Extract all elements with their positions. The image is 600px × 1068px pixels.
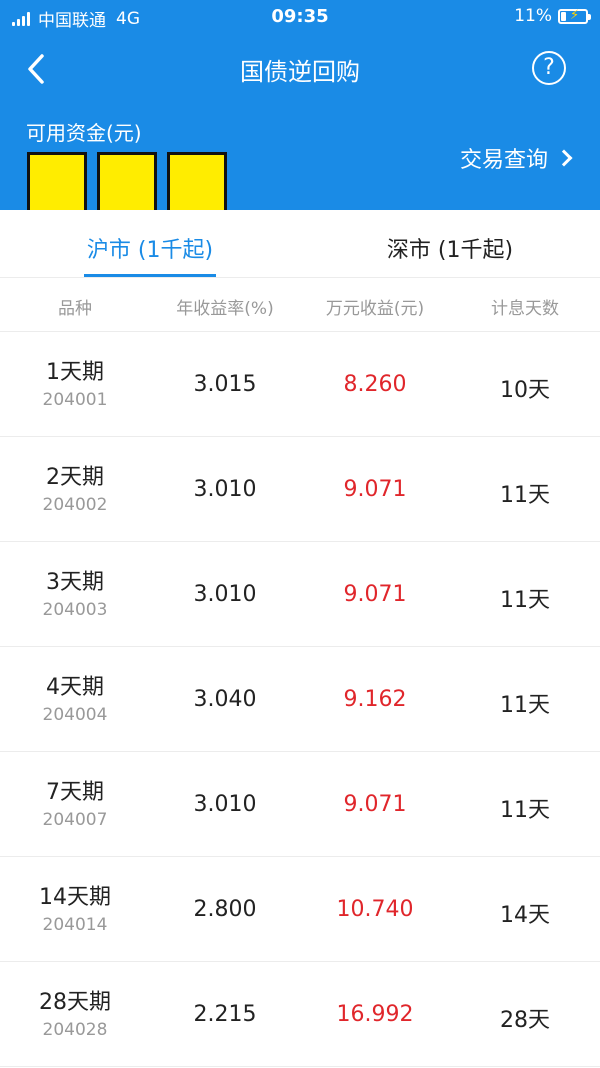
trade-query-link[interactable]: 交易查询 bbox=[459, 142, 573, 174]
annual-rate: 3.040 bbox=[193, 687, 257, 712]
table-row[interactable]: 28天期 204028 2.215 16.992 28天 bbox=[0, 962, 600, 1067]
yield-per-10k: 9.071 bbox=[343, 582, 407, 607]
product-code: 204007 bbox=[42, 810, 108, 830]
trade-query-label: 交易查询 bbox=[459, 148, 548, 173]
available-funds-label: 可用资金(元) bbox=[26, 121, 142, 145]
table-row[interactable]: 4天期 204004 3.040 9.162 11天 bbox=[0, 647, 600, 752]
redaction-block bbox=[97, 152, 157, 214]
yield-per-10k: 16.992 bbox=[336, 1002, 414, 1027]
annual-rate: 2.215 bbox=[193, 1002, 257, 1027]
yield-per-10k: 9.071 bbox=[343, 477, 407, 502]
product-name: 4天期 bbox=[46, 675, 104, 700]
product-code: 204003 bbox=[42, 600, 108, 620]
col-header-annual-rate: 年收益率(%) bbox=[176, 299, 274, 319]
interest-days: 11天 bbox=[500, 483, 550, 508]
col-header-product: 品种 bbox=[58, 299, 92, 319]
nav-bar: 国债逆回购 ? bbox=[0, 38, 600, 98]
yield-per-10k: 10.740 bbox=[336, 897, 414, 922]
header: 中国联通 4G 09:35 11% ⚡ 国债逆回购 ? 可用资金(元) 交易查询 bbox=[0, 0, 600, 214]
yield-per-10k: 8.260 bbox=[343, 372, 407, 397]
product-code: 204028 bbox=[42, 1020, 108, 1040]
annual-rate: 3.010 bbox=[193, 477, 257, 502]
interest-days: 11天 bbox=[500, 588, 550, 613]
tab-shenzhen[interactable]: 深市 (1千起) bbox=[300, 232, 600, 264]
table-row[interactable]: 1天期 204001 3.015 8.260 10天 bbox=[0, 332, 600, 437]
product-name: 7天期 bbox=[46, 780, 104, 805]
product-name: 28天期 bbox=[39, 990, 111, 1015]
annual-rate: 3.015 bbox=[193, 372, 257, 397]
column-headers: 品种 年收益率(%) 万元收益(元) 计息天数 bbox=[0, 278, 600, 332]
yield-per-10k: 9.071 bbox=[343, 792, 407, 817]
yield-per-10k: 9.162 bbox=[343, 687, 407, 712]
interest-days: 14天 bbox=[500, 903, 550, 928]
product-code: 204004 bbox=[42, 705, 108, 725]
battery-percent: 11% bbox=[514, 6, 552, 26]
product-name: 1天期 bbox=[46, 360, 104, 385]
page-title: 国债逆回购 bbox=[240, 58, 360, 86]
product-code: 204001 bbox=[42, 390, 108, 410]
annual-rate: 3.010 bbox=[193, 582, 257, 607]
status-right: 11% ⚡ bbox=[514, 6, 591, 26]
redaction-block bbox=[167, 152, 227, 214]
market-tabs: 沪市 (1千起) 深市 (1千起) bbox=[0, 210, 600, 278]
product-name: 14天期 bbox=[39, 885, 111, 910]
battery-icon: ⚡ bbox=[558, 8, 591, 24]
table-row[interactable]: 2天期 204002 3.010 9.071 11天 bbox=[0, 437, 600, 542]
status-bar: 中国联通 4G 09:35 11% ⚡ bbox=[0, 0, 600, 34]
product-name: 2天期 bbox=[46, 465, 104, 490]
product-code: 204014 bbox=[42, 915, 108, 935]
annual-rate: 2.800 bbox=[193, 897, 257, 922]
annual-rate: 3.010 bbox=[193, 792, 257, 817]
redaction-block bbox=[27, 152, 87, 214]
status-time: 09:35 bbox=[271, 6, 329, 27]
interest-days: 28天 bbox=[500, 1008, 550, 1033]
redacted-balance bbox=[27, 152, 237, 214]
tab-shanghai[interactable]: 沪市 (1千起) bbox=[0, 232, 300, 264]
table-row[interactable]: 14天期 204014 2.800 10.740 14天 bbox=[0, 857, 600, 962]
product-name: 3天期 bbox=[46, 570, 104, 595]
interest-days: 10天 bbox=[500, 378, 550, 403]
chevron-right-icon bbox=[555, 149, 573, 167]
col-header-yield-per-10k: 万元收益(元) bbox=[325, 299, 425, 319]
product-code: 204002 bbox=[42, 495, 108, 515]
table-row[interactable]: 3天期 204003 3.010 9.071 11天 bbox=[0, 542, 600, 647]
question-circle-icon[interactable]: ? bbox=[532, 51, 566, 85]
interest-days: 11天 bbox=[500, 693, 550, 718]
active-tab-indicator bbox=[84, 274, 216, 277]
interest-days: 11天 bbox=[500, 798, 550, 823]
table-row[interactable]: 7天期 204007 3.010 9.071 11天 bbox=[0, 752, 600, 857]
col-header-interest-days: 计息天数 bbox=[491, 299, 559, 319]
